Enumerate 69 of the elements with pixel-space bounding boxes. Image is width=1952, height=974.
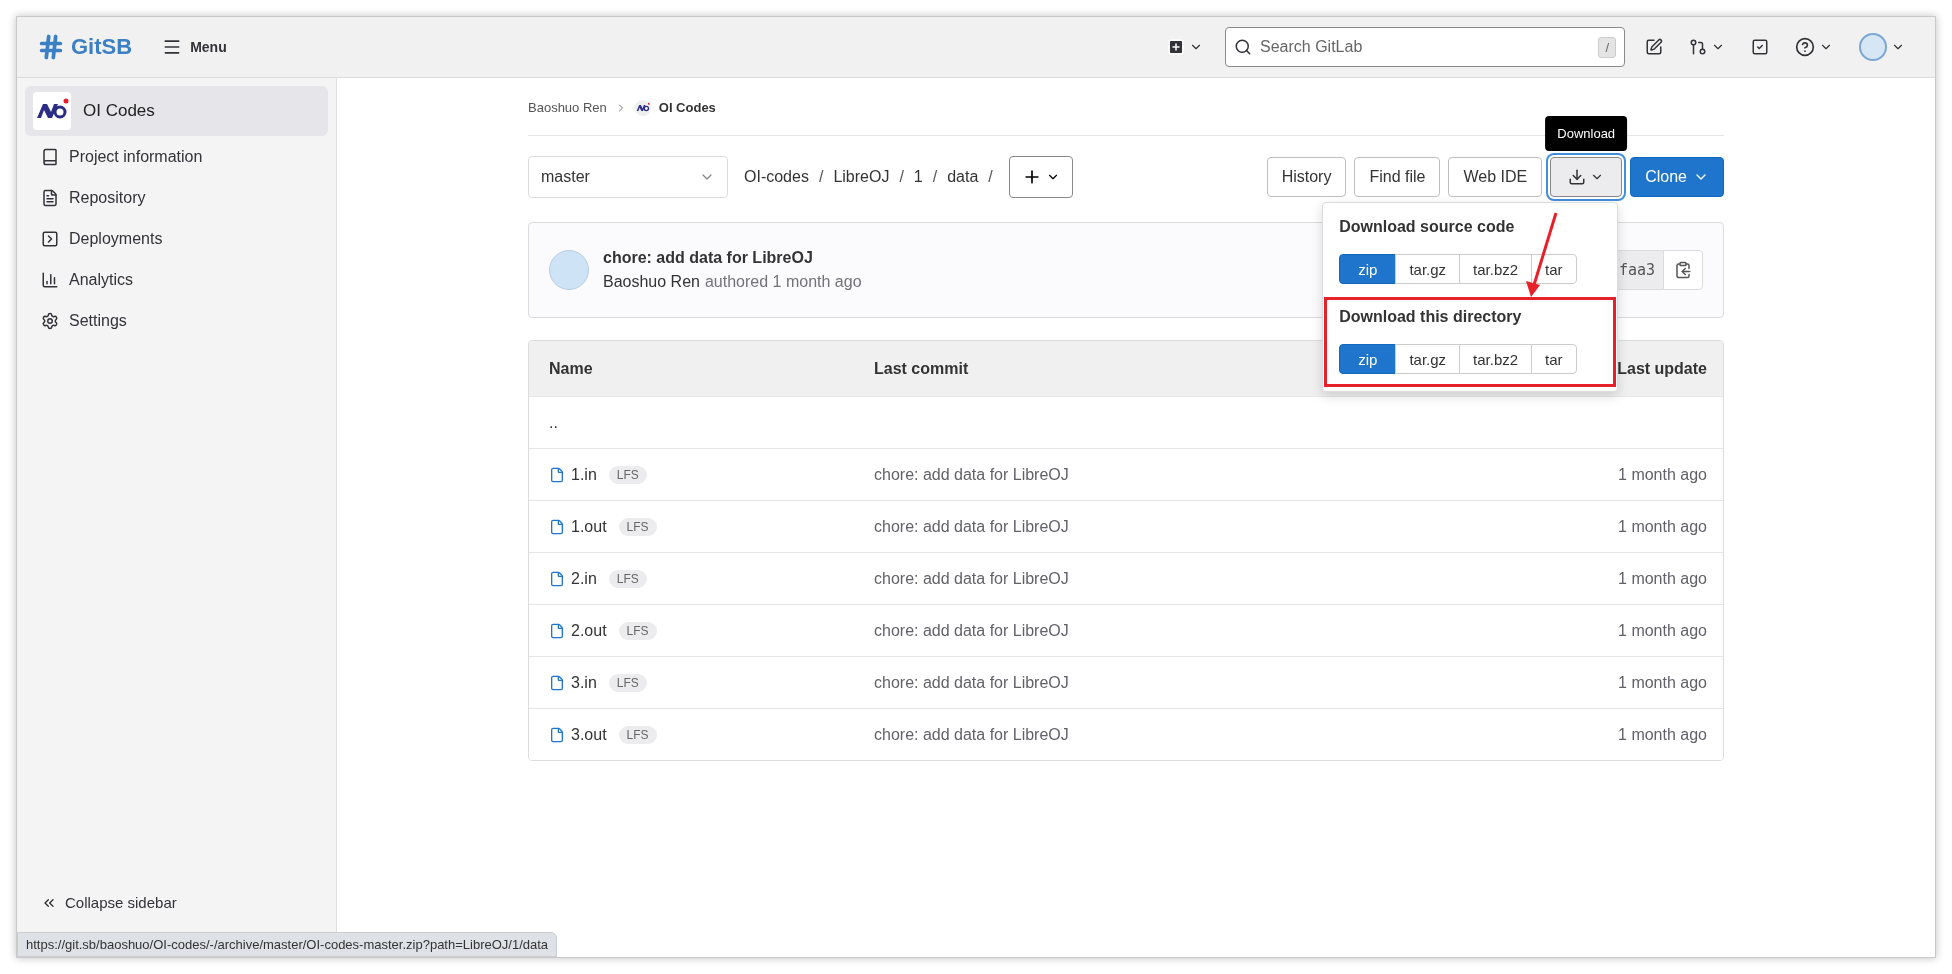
commit-message-link[interactable]: chore: add data for LibreOJ	[874, 569, 1407, 588]
format-button[interactable]: zip	[1339, 344, 1397, 374]
path-separator: /	[988, 168, 993, 186]
format-button[interactable]: tar	[1531, 254, 1577, 284]
format-button[interactable]: tar	[1531, 344, 1577, 374]
commit-message-link[interactable]: chore: add data for LibreOJ	[874, 673, 1407, 692]
breadcrumb-link[interactable]: OI Codes	[658, 100, 716, 115]
update-time: 1 month ago	[1617, 569, 1707, 588]
project-item[interactable]: OI Codes	[25, 86, 328, 136]
lfs-badge: LFS	[608, 569, 647, 588]
sidebar-item[interactable]: Deployments	[25, 218, 328, 259]
path-link[interactable]: 1	[913, 168, 923, 186]
format-button[interactable]: tar.bz2	[1459, 344, 1533, 374]
breadcrumb-link[interactable]: Baoshuo Ren	[528, 100, 607, 115]
update-time: 1 month ago	[1617, 725, 1707, 744]
column-header: Last commit	[874, 359, 969, 378]
brand-name: GitSB	[71, 34, 133, 60]
commit-message-link[interactable]: chore: add data for LibreOJ	[874, 725, 1407, 744]
update-time: 1 month ago	[1617, 465, 1707, 484]
toolbar-button[interactable]: History	[1266, 157, 1347, 197]
search-field[interactable]: Search GitLab /	[1225, 27, 1625, 67]
update-time: 1 month ago	[1617, 517, 1707, 536]
file-link[interactable]: 2.in	[571, 569, 597, 588]
path-link[interactable]: LibreOJ	[833, 168, 890, 186]
file-link[interactable]: 1.in	[571, 465, 597, 484]
path-separator: /	[818, 168, 824, 186]
toolbar-button[interactable]: Web IDE	[1448, 157, 1543, 197]
commit-message-link[interactable]: chore: add data for LibreOJ	[874, 621, 1407, 640]
lfs-badge: LFS	[618, 725, 657, 744]
update-time: 1 month ago	[1617, 621, 1707, 640]
lfs-badge: LFS	[618, 517, 657, 536]
column-header: Last update	[1617, 359, 1707, 378]
shortcut-key: /	[1598, 36, 1616, 58]
path-separator: /	[899, 168, 904, 186]
file-link[interactable]: 2.out	[571, 621, 607, 640]
format-button[interactable]: tar.gz	[1395, 254, 1461, 284]
clone-button[interactable]: Clone	[1630, 157, 1724, 197]
parent-directory-link[interactable]: ..	[549, 413, 874, 432]
file-link[interactable]: 3.in	[571, 673, 597, 692]
file-link[interactable]: 1.out	[571, 517, 607, 536]
path-link[interactable]: OI-codes	[744, 168, 809, 186]
path-separator: /	[932, 168, 938, 186]
path-link[interactable]: data	[947, 168, 979, 186]
commit-meta: authored 1 month ago	[704, 273, 862, 291]
branch-dropdown[interactable]: master	[528, 156, 728, 198]
tooltip: Download	[1545, 116, 1628, 151]
format-button[interactable]: zip	[1339, 254, 1397, 284]
format-button[interactable]: tar.gz	[1395, 344, 1461, 374]
lfs-badge: LFS	[618, 621, 657, 640]
commit-message-link[interactable]: chore: add data for LibreOJ	[874, 517, 1407, 536]
commit-message-link[interactable]: chore: add data for LibreOJ	[874, 465, 1407, 484]
section-title: Download source code	[1339, 218, 1516, 236]
format-button[interactable]: tar.bz2	[1459, 254, 1533, 284]
file-link[interactable]: 3.out	[571, 725, 607, 744]
column-header: Name	[549, 359, 593, 378]
menu-button[interactable]: Menu	[158, 33, 231, 61]
collapse-sidebar-button[interactable]: Collapse sidebar	[25, 894, 328, 911]
lfs-badge: LFS	[608, 465, 647, 484]
sidebar-item[interactable]: Repository	[25, 177, 328, 218]
lfs-badge: LFS	[608, 673, 647, 692]
status-bar-url: https://git.sb/baoshuo/OI-codes/-/archive/master/OI-codes-master.zip?path=LibreOJ/1/data	[17, 932, 558, 957]
sidebar-item[interactable]: Settings	[25, 300, 328, 341]
section-title: Download this directory	[1339, 308, 1523, 326]
search-input[interactable]: Search GitLab	[1258, 37, 1593, 57]
sidebar-item[interactable]: Project information	[25, 136, 328, 177]
author-link[interactable]: Baoshuo Ren	[603, 273, 700, 291]
sidebar-item[interactable]: Analytics	[25, 259, 328, 300]
toolbar-button[interactable]: Find file	[1354, 157, 1441, 197]
update-time: 1 month ago	[1617, 673, 1707, 692]
